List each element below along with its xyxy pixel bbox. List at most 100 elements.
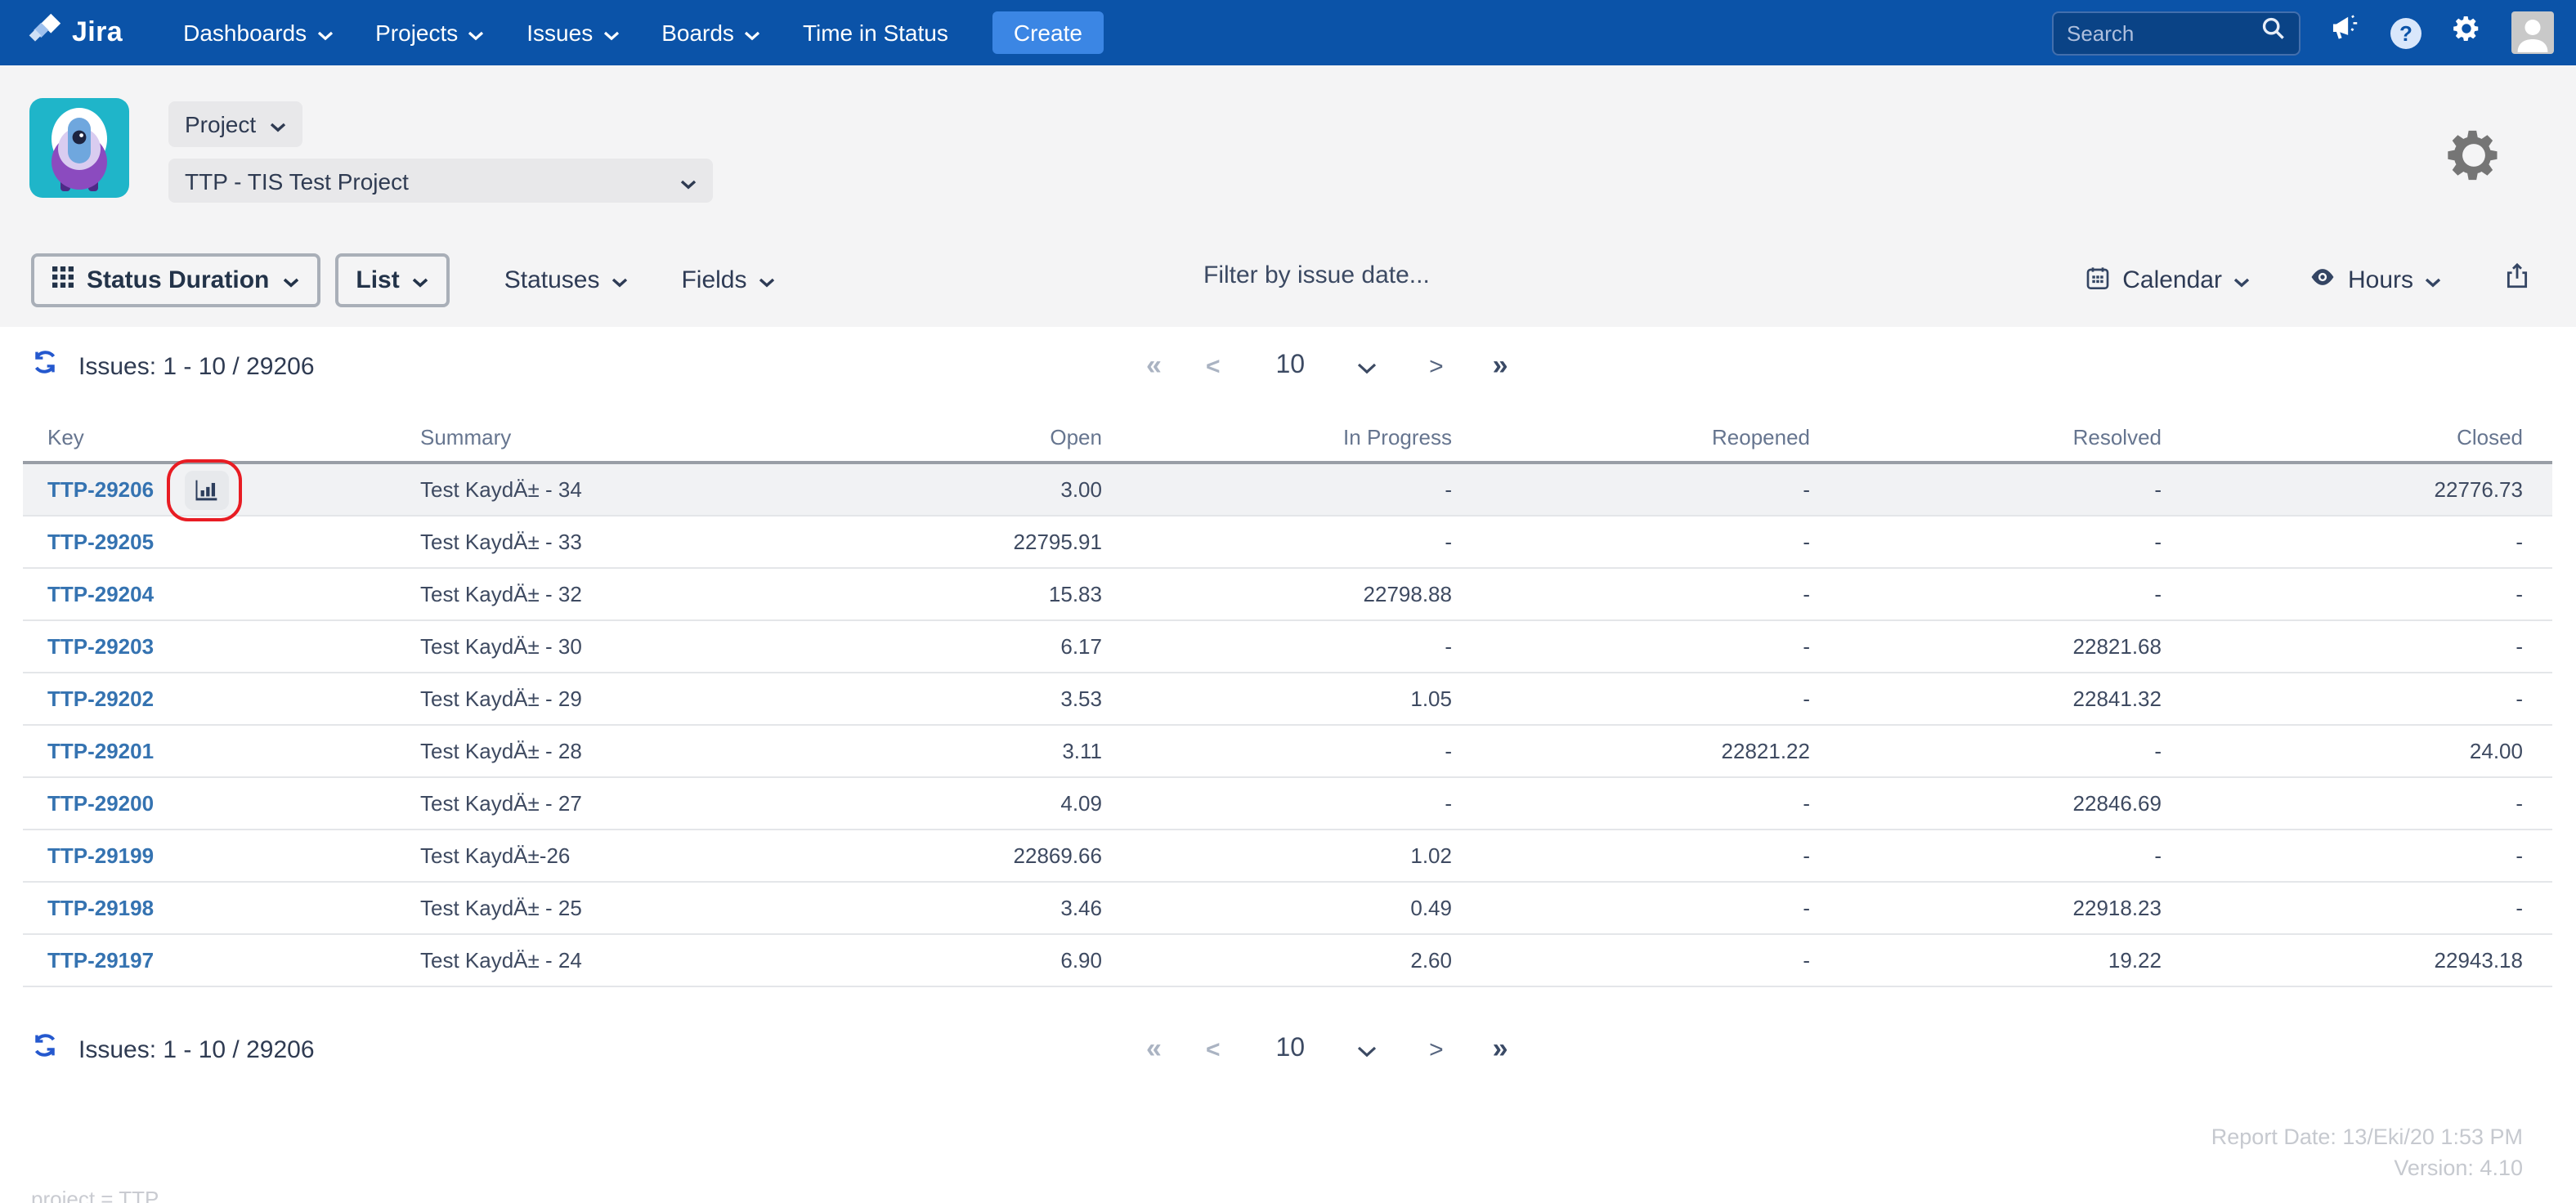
export-icon[interactable]	[2503, 262, 2531, 299]
issue-key-link[interactable]: TTP-29200	[47, 791, 154, 816]
settings-gear-icon[interactable]	[2443, 124, 2505, 195]
pagination-top: « < 10 > »	[1136, 350, 1516, 382]
issue-key-link[interactable]: TTP-29199	[47, 843, 154, 868]
open-duration: 22795.91	[1013, 530, 1102, 554]
jira-logo[interactable]: Jira	[26, 11, 123, 55]
chevron-down-icon	[603, 20, 619, 46]
page-size-chevron-icon[interactable]	[1347, 352, 1387, 380]
issue-key-link[interactable]: TTP-29203	[47, 634, 154, 659]
nav-dashboards[interactable]: Dashboards	[183, 20, 333, 46]
table-row[interactable]: TTP-29205 Test KaydÄ± - 33 22795.91 - - …	[23, 517, 2552, 569]
fields-dropdown[interactable]: Fields	[681, 266, 774, 294]
table-row[interactable]: TTP-29198 Test KaydÄ± - 25 3.46 0.49 - 2…	[23, 883, 2552, 935]
issue-key-link[interactable]: TTP-29202	[47, 686, 154, 711]
resolved-duration: -	[2154, 477, 2162, 502]
column-header-in-progress[interactable]: In Progress	[1102, 424, 1452, 452]
table-row[interactable]: TTP-29201 Test KaydÄ± - 28 3.11 - 22821.…	[23, 726, 2552, 778]
results-count: Issues: 1 - 10 / 29206	[78, 352, 315, 380]
next-page-button[interactable]: >	[1419, 1035, 1454, 1063]
issue-summary: Test KaydÄ± - 32	[420, 582, 582, 606]
refresh-icon[interactable]	[31, 348, 59, 384]
help-icon[interactable]: ?	[2390, 17, 2421, 48]
scope-selector-button[interactable]: Project	[168, 101, 302, 147]
in-progress-duration: -	[1445, 477, 1452, 502]
chevron-down-icon	[680, 168, 697, 194]
reopened-duration: -	[1803, 686, 1810, 711]
first-page-button[interactable]: «	[1136, 1033, 1170, 1066]
table-header-row: Key Summary Open In Progress Reopened Re…	[23, 415, 2552, 464]
global-search[interactable]	[2052, 11, 2300, 55]
resolved-duration: -	[2154, 530, 2162, 554]
table-row[interactable]: TTP-29204 Test KaydÄ± - 32 15.83 22798.8…	[23, 569, 2552, 621]
resolved-duration: 22918.23	[2072, 896, 2162, 920]
column-header-resolved[interactable]: Resolved	[1810, 424, 2162, 452]
column-header-closed[interactable]: Closed	[2162, 424, 2523, 452]
issue-date-filter[interactable]: Filter by issue date...	[1203, 262, 1430, 289]
open-duration: 3.46	[1060, 896, 1102, 920]
table-body: TTP-29206 Test KaydÄ± - 34 3.00 - - - 22…	[23, 458, 2552, 987]
search-input[interactable]	[2067, 20, 2247, 45]
calendar-icon	[2085, 264, 2111, 297]
chevron-down-icon	[2233, 266, 2250, 294]
column-header-key[interactable]: Key	[23, 424, 420, 452]
app-window: Jira Dashboards Projects Issues Boards T…	[0, 0, 2576, 1203]
issue-summary: Test KaydÄ± - 33	[420, 530, 582, 554]
previous-page-button[interactable]: <	[1196, 352, 1230, 380]
statuses-dropdown[interactable]: Statuses	[504, 266, 628, 294]
next-page-button[interactable]: >	[1419, 352, 1454, 380]
resolved-duration: -	[2154, 739, 2162, 763]
report-version: Version: 4.10	[2394, 1156, 2523, 1180]
last-page-button[interactable]: »	[1483, 350, 1516, 382]
eye-icon	[2309, 263, 2336, 297]
issue-summary: Test KaydÄ± - 24	[420, 948, 582, 973]
issue-key-link[interactable]: TTP-29204	[47, 582, 154, 606]
chevron-down-icon	[759, 266, 775, 294]
issue-key-link[interactable]: TTP-29206	[47, 477, 154, 502]
in-progress-duration: -	[1445, 791, 1452, 816]
issue-key-link[interactable]: TTP-29197	[47, 948, 154, 973]
open-duration: 6.90	[1060, 948, 1102, 973]
column-header-open[interactable]: Open	[775, 424, 1102, 452]
megaphone-icon[interactable]	[2330, 13, 2361, 52]
nav-time-in-status[interactable]: Time in Status	[803, 20, 948, 46]
page-size-chevron-icon[interactable]	[1347, 1035, 1387, 1063]
table-row[interactable]: TTP-29206 Test KaydÄ± - 34 3.00 - - - 22…	[23, 458, 2552, 521]
time-unit-dropdown[interactable]: Hours	[2309, 263, 2441, 297]
project-select[interactable]: TTP - TIS Test Project	[168, 159, 713, 203]
issue-summary: Test KaydÄ± - 27	[420, 791, 582, 816]
table-row[interactable]: TTP-29202 Test KaydÄ± - 29 3.53 1.05 - 2…	[23, 673, 2552, 726]
nav-issues[interactable]: Issues	[526, 20, 619, 46]
resolved-duration: 22841.32	[2072, 686, 2162, 711]
issue-summary: Test KaydÄ± - 30	[420, 634, 582, 659]
column-header-reopened[interactable]: Reopened	[1452, 424, 1810, 452]
nav-projects[interactable]: Projects	[375, 20, 484, 46]
chart-icon[interactable]	[184, 470, 229, 509]
table-row[interactable]: TTP-29199 Test KaydÄ±-26 22869.66 1.02 -…	[23, 830, 2552, 883]
issue-key-link[interactable]: TTP-29201	[47, 739, 154, 763]
previous-page-button[interactable]: <	[1196, 1035, 1230, 1063]
first-page-button[interactable]: «	[1136, 350, 1170, 382]
user-avatar[interactable]	[2511, 11, 2554, 54]
chevron-down-icon	[269, 111, 285, 137]
table-row[interactable]: TTP-29200 Test KaydÄ± - 27 4.09 - - 2284…	[23, 778, 2552, 830]
project-header-band: Project TTP - TIS Test Project Status Du…	[0, 65, 2576, 327]
create-button[interactable]: Create	[992, 11, 1104, 54]
resolved-duration: 22846.69	[2072, 791, 2162, 816]
table-row[interactable]: TTP-29203 Test KaydÄ± - 30 6.17 - - 2282…	[23, 621, 2552, 673]
page-size-value[interactable]: 10	[1266, 1035, 1315, 1064]
table-row[interactable]: TTP-29197 Test KaydÄ± - 24 6.90 2.60 - 1…	[23, 935, 2552, 987]
search-icon[interactable]	[2261, 16, 2286, 49]
open-duration: 3.53	[1060, 686, 1102, 711]
refresh-icon[interactable]	[31, 1031, 59, 1067]
page-size-value[interactable]: 10	[1266, 351, 1315, 381]
calendar-dropdown[interactable]: Calendar	[2085, 264, 2250, 297]
view-mode-button[interactable]: List	[334, 253, 450, 307]
column-header-summary[interactable]: Summary	[420, 424, 775, 452]
nav-boards[interactable]: Boards	[661, 20, 760, 46]
issue-key-link[interactable]: TTP-29205	[47, 530, 154, 554]
last-page-button[interactable]: »	[1483, 1033, 1516, 1066]
gear-icon[interactable]	[2451, 13, 2482, 52]
report-type-button[interactable]: Status Duration	[31, 253, 320, 307]
footer-area: Report Date: 13/Eki/20 1:53 PM Version: …	[0, 1118, 2576, 1203]
issue-key-link[interactable]: TTP-29198	[47, 896, 154, 920]
